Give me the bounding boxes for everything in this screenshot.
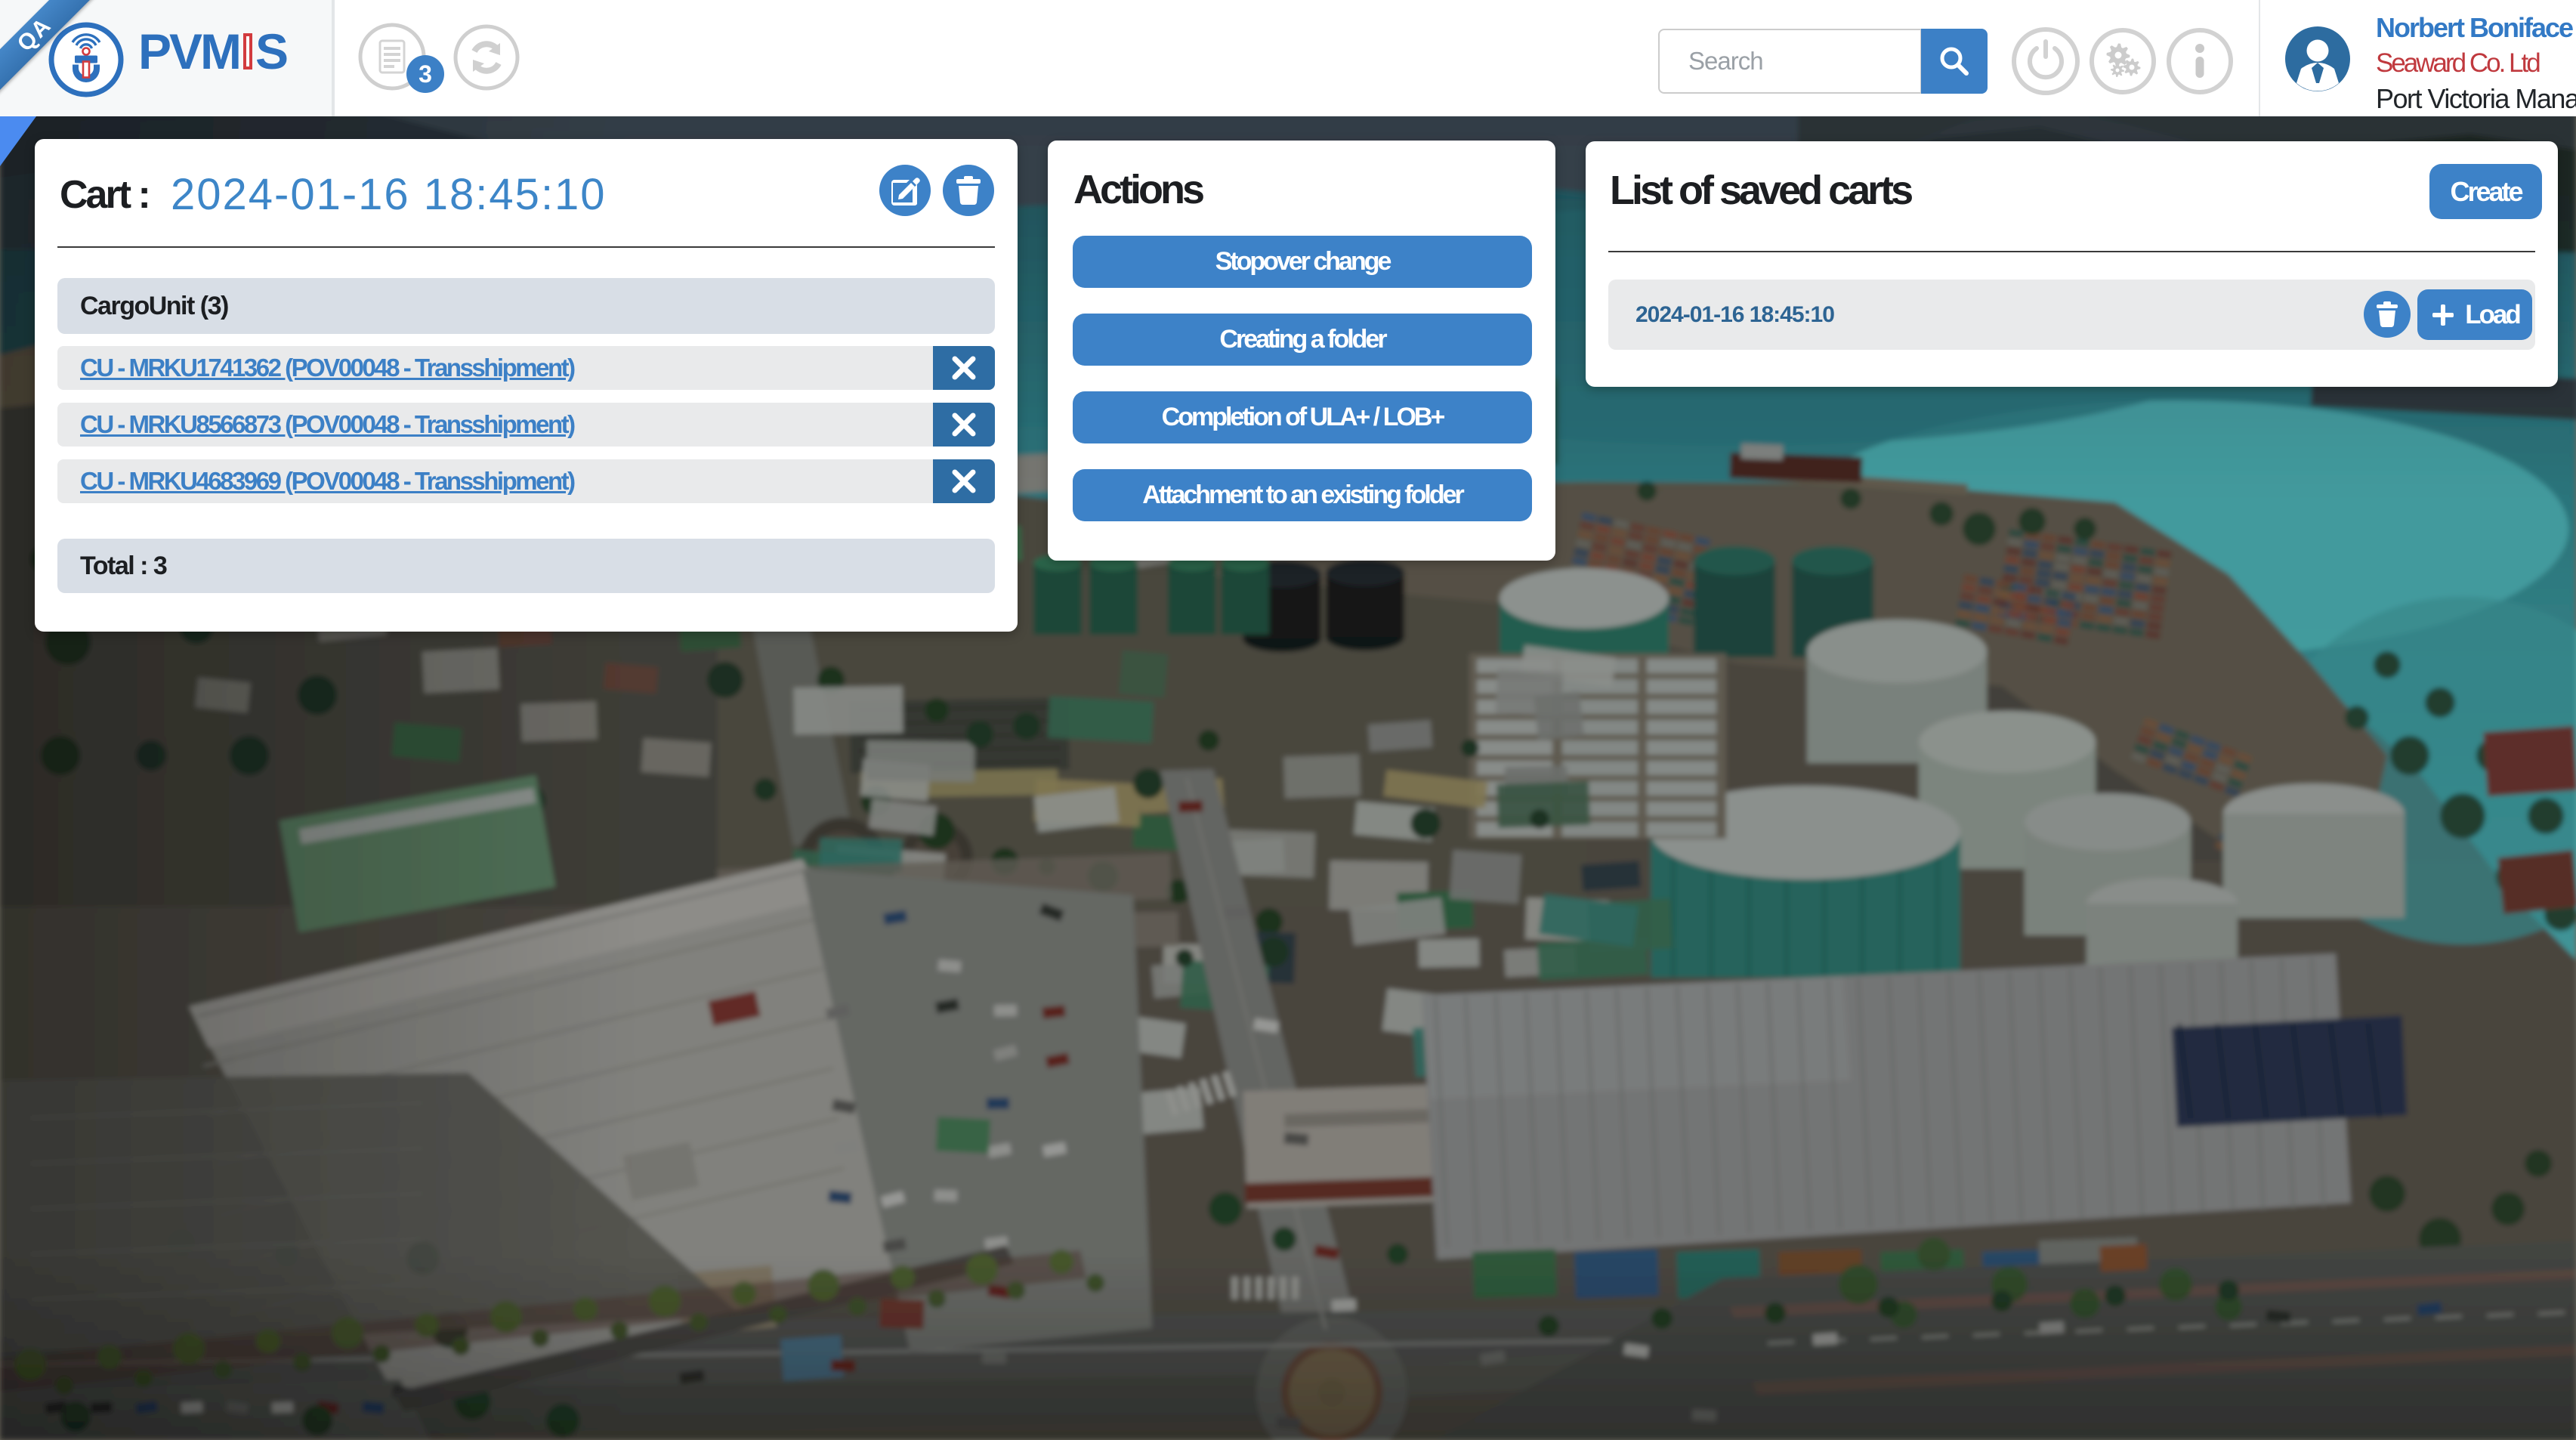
svg-text:3: 3 — [419, 60, 432, 88]
